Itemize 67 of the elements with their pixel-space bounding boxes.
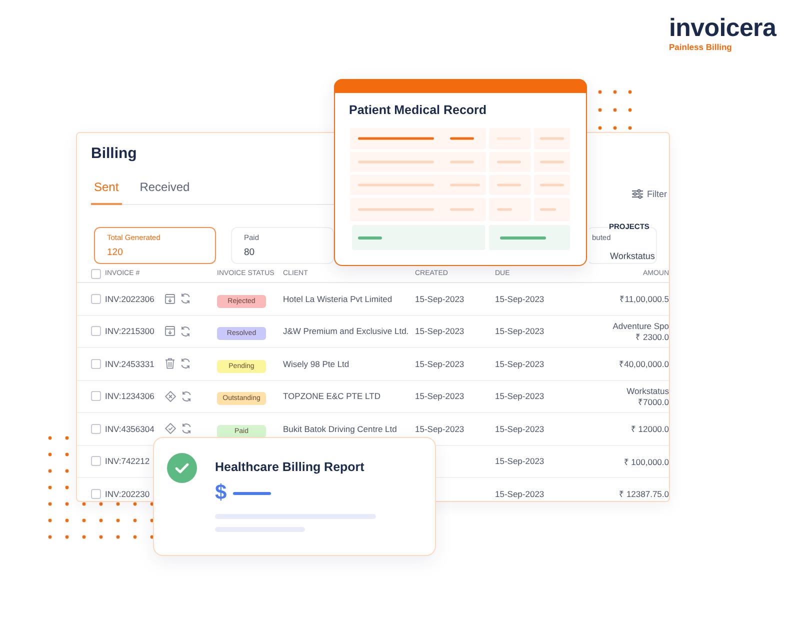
diamond-x-icon[interactable]	[165, 390, 176, 402]
tab[interactable]: Sent	[91, 177, 122, 205]
page-title: Billing	[91, 145, 138, 163]
refresh-icon[interactable]	[181, 423, 192, 434]
table-cell: ₹ 12387.75.0	[619, 488, 669, 500]
amount-placeholder-bar	[232, 492, 271, 494]
table-cell-text: INV:1234306	[105, 391, 156, 402]
table-cell-text: 15-Sep-2023	[495, 294, 546, 304]
checkbox[interactable]	[91, 294, 101, 304]
table-cell-text: 15-Sep-2023	[415, 424, 466, 434]
refresh-icon[interactable]	[180, 293, 191, 304]
logo-tagline: Painless Billing	[669, 42, 733, 52]
trash-icon[interactable]	[165, 358, 175, 370]
dot-pattern-drawing	[598, 90, 632, 130]
checkbox[interactable]	[91, 358, 101, 369]
table-cell-text: ₹ 2300.0	[636, 331, 669, 342]
filter-icon	[632, 189, 643, 199]
table-cell-text: 15-Sep-2023	[495, 326, 546, 336]
table-cell-text: 15-Sep-2023	[495, 424, 546, 434]
download-box-icon[interactable]	[165, 294, 175, 304]
stat-value: 120	[107, 247, 124, 258]
filter-button[interactable]: Filter	[632, 189, 667, 199]
table-cell-text: Hotel La Wisteria Pvt Limited	[283, 294, 394, 304]
table-cell-text: 15-Sep-2023	[495, 358, 546, 369]
table-cell-text: 15-Sep-2023	[495, 456, 546, 466]
table-cell-text: TOPZONE E&C PTE LTD	[283, 391, 382, 402]
download-box-icon[interactable]	[165, 326, 175, 336]
tab[interactable]: Received	[136, 177, 193, 205]
check-circle-icon	[167, 453, 197, 483]
refresh-icon[interactable]	[181, 390, 192, 402]
table-cell-text: J&W Premium and Exclusive Ltd.	[283, 326, 410, 336]
stat-value: 80	[244, 247, 256, 258]
checkbox[interactable]	[91, 456, 101, 466]
table-cell: ₹7000.0	[638, 396, 669, 407]
checkbox[interactable]	[91, 391, 101, 402]
table-cell-text: 15-Sep-2023	[415, 391, 466, 402]
card-title: Patient Medical Record	[349, 102, 488, 118]
table-cell: ₹ 100,000.0	[624, 456, 669, 467]
table-cell-text: INV:2215300	[105, 326, 156, 336]
table-cell-text: 15-Sep-2023	[495, 391, 546, 402]
project-value: Workstatus	[610, 251, 656, 261]
card-title: Healthcare Billing Report	[215, 459, 366, 475]
diamond-check-icon[interactable]	[165, 423, 176, 434]
refresh-icon[interactable]	[180, 358, 191, 370]
checkbox[interactable]	[91, 424, 101, 434]
table-cell: Adventure Spo	[612, 320, 669, 331]
table-cell: Workstatus	[626, 386, 669, 396]
table-cell-text: Wisely 98 Pte Ltd	[283, 358, 350, 369]
table-cell-text: 15-Sep-2023	[415, 326, 466, 336]
table-cell-text: 15-Sep-2023	[495, 488, 546, 499]
refresh-icon[interactable]	[180, 326, 191, 337]
checkbox[interactable]	[91, 268, 101, 278]
table-cell-text: INV:2453331	[105, 358, 156, 369]
table-cell-text: INV:4356304	[105, 424, 156, 434]
checkbox[interactable]	[91, 326, 101, 336]
table-cell: ₹ 12000.0	[630, 423, 669, 434]
logo-wordmark: invoicera	[669, 14, 776, 42]
table-cell-text: Bukit Batok Driving Centre Ltd	[283, 424, 398, 434]
table-cell-text: 15-Sep-2023	[415, 358, 466, 369]
table-cell: ₹11,00,000.5	[620, 293, 669, 304]
table-cell-text: 15-Sep-2023	[415, 294, 466, 304]
table-cell-text: INV:742212	[105, 456, 151, 466]
table-cell: ₹40,00,000.0	[619, 358, 669, 370]
currency-symbol: $	[215, 481, 227, 505]
checkbox[interactable]	[91, 488, 101, 499]
table-cell-text: INV:202230	[105, 488, 151, 499]
table-cell-text: INV:2022306	[105, 294, 156, 304]
